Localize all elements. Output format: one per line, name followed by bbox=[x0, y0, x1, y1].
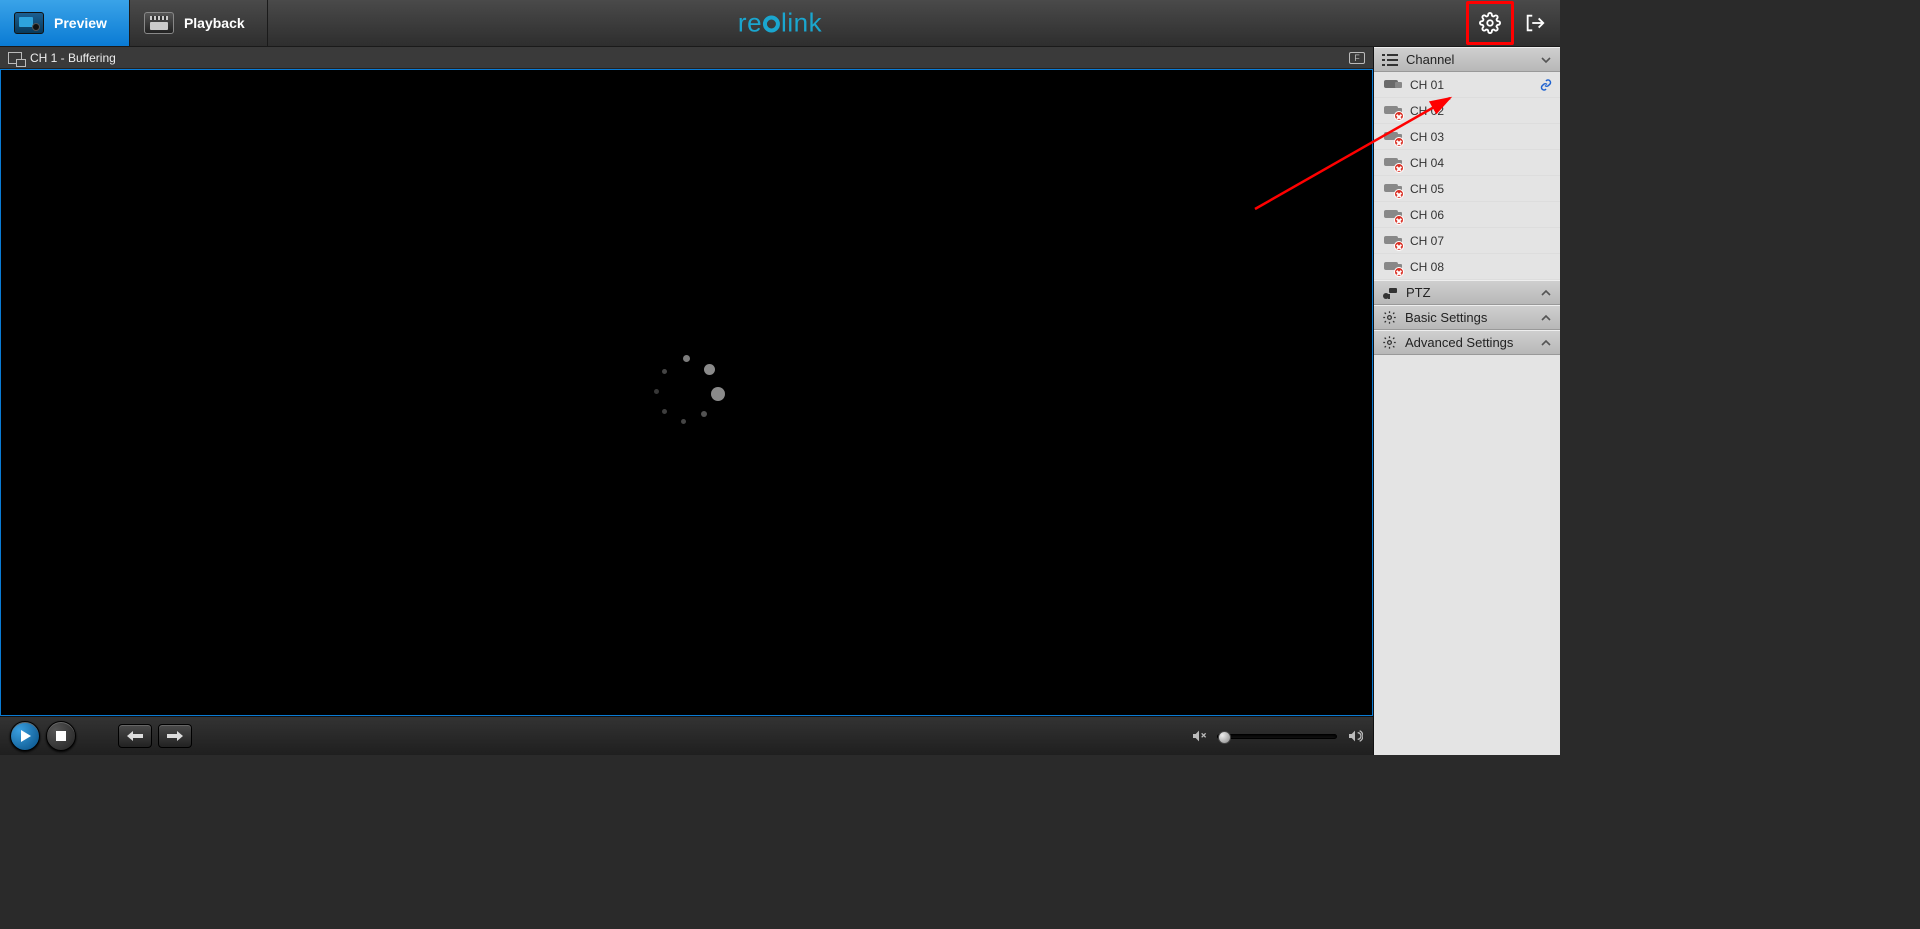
gear-icon bbox=[1479, 12, 1501, 34]
channel-label: CH 03 bbox=[1410, 130, 1444, 144]
ptz-icon bbox=[1382, 286, 1398, 300]
prev-button[interactable] bbox=[118, 724, 152, 748]
channel-row[interactable]: CH 07 bbox=[1374, 228, 1560, 254]
channel-row[interactable]: CH 04 bbox=[1374, 150, 1560, 176]
play-icon bbox=[21, 730, 31, 742]
stop-icon bbox=[56, 731, 66, 741]
channel-label: CH 05 bbox=[1410, 182, 1444, 196]
list-icon bbox=[1382, 54, 1398, 66]
tab-playback-label: Playback bbox=[184, 15, 245, 31]
channel-row[interactable]: CH 01 bbox=[1374, 72, 1560, 98]
topbar: Preview Playback relink bbox=[0, 0, 1560, 47]
ptz-header-label: PTZ bbox=[1406, 285, 1431, 300]
arrow-right-icon bbox=[167, 731, 183, 741]
settings-highlight bbox=[1466, 1, 1514, 45]
tab-preview-label: Preview bbox=[54, 15, 107, 31]
video-viewport[interactable] bbox=[0, 69, 1373, 716]
link-icon bbox=[1540, 79, 1552, 91]
preview-icon bbox=[14, 12, 44, 34]
basic-settings-panel-header[interactable]: Basic Settings bbox=[1374, 305, 1560, 330]
channel-list: CH 01 CH 02 CH 03 CH 04 CH 05 CH 06 CH 07 CH 08 bbox=[1374, 72, 1560, 280]
topbar-right bbox=[1466, 0, 1560, 46]
channel-row[interactable]: CH 02 bbox=[1374, 98, 1560, 124]
stop-button[interactable] bbox=[46, 721, 76, 751]
ptz-panel-header[interactable]: PTZ bbox=[1374, 280, 1560, 305]
brand-logo: relink bbox=[738, 8, 822, 39]
channel-row[interactable]: CH 06 bbox=[1374, 202, 1560, 228]
gear-small-icon bbox=[1382, 310, 1397, 325]
status-text: CH 1 - Buffering bbox=[30, 51, 116, 65]
loading-spinner-icon bbox=[647, 353, 727, 433]
channel-row[interactable]: CH 03 bbox=[1374, 124, 1560, 150]
camera-icon bbox=[1382, 78, 1402, 92]
camera-icon bbox=[1382, 234, 1402, 248]
tab-playback[interactable]: Playback bbox=[130, 0, 268, 46]
logout-button[interactable] bbox=[1518, 6, 1552, 40]
main: CH 1 - Buffering F bbox=[0, 47, 1560, 755]
chevron-up-icon bbox=[1540, 287, 1552, 299]
brand-ring-icon bbox=[763, 16, 780, 33]
logout-icon bbox=[1524, 12, 1546, 34]
camera-icon bbox=[1382, 156, 1402, 170]
multiview-icon bbox=[8, 52, 22, 64]
channel-label: CH 02 bbox=[1410, 104, 1444, 118]
overlay-toggle-icon[interactable]: F bbox=[1349, 52, 1365, 64]
channel-row[interactable]: CH 08 bbox=[1374, 254, 1560, 280]
channel-label: CH 07 bbox=[1410, 234, 1444, 248]
channel-header-label: Channel bbox=[1406, 52, 1454, 67]
basic-header-label: Basic Settings bbox=[1405, 310, 1487, 325]
speaker-icon[interactable] bbox=[1347, 728, 1363, 744]
chevron-up-icon bbox=[1540, 312, 1552, 324]
play-button[interactable] bbox=[10, 721, 40, 751]
camera-icon bbox=[1382, 130, 1402, 144]
channel-label: CH 06 bbox=[1410, 208, 1444, 222]
channel-label: CH 04 bbox=[1410, 156, 1444, 170]
arrow-left-icon bbox=[127, 731, 143, 741]
sidebar: Channel CH 01CH 02CH 03CH 04CH 05CH 06CH… bbox=[1374, 47, 1560, 755]
advanced-header-label: Advanced Settings bbox=[1405, 335, 1513, 350]
next-button[interactable] bbox=[158, 724, 192, 748]
gear-small-icon bbox=[1382, 335, 1397, 350]
channel-panel-header[interactable]: Channel bbox=[1374, 47, 1560, 72]
mute-icon[interactable] bbox=[1191, 728, 1207, 744]
advanced-settings-panel-header[interactable]: Advanced Settings bbox=[1374, 330, 1560, 355]
camera-icon bbox=[1382, 182, 1402, 196]
channel-label: CH 08 bbox=[1410, 260, 1444, 274]
volume-slider[interactable] bbox=[1217, 734, 1337, 739]
channel-row[interactable]: CH 05 bbox=[1374, 176, 1560, 202]
viewer-column: CH 1 - Buffering F bbox=[0, 47, 1374, 755]
settings-button[interactable] bbox=[1473, 6, 1507, 40]
sidebar-fill bbox=[1374, 355, 1560, 755]
playback-controls bbox=[0, 716, 1373, 755]
tab-preview[interactable]: Preview bbox=[0, 0, 130, 46]
video-status-bar: CH 1 - Buffering F bbox=[0, 47, 1373, 69]
chevron-up-icon bbox=[1540, 337, 1552, 349]
volume-group bbox=[1191, 728, 1363, 744]
playback-icon bbox=[144, 12, 174, 34]
channel-label: CH 01 bbox=[1410, 78, 1444, 92]
camera-icon bbox=[1382, 104, 1402, 118]
volume-thumb[interactable] bbox=[1218, 731, 1231, 744]
camera-icon bbox=[1382, 260, 1402, 274]
chevron-down-icon bbox=[1540, 54, 1552, 66]
camera-icon bbox=[1382, 208, 1402, 222]
